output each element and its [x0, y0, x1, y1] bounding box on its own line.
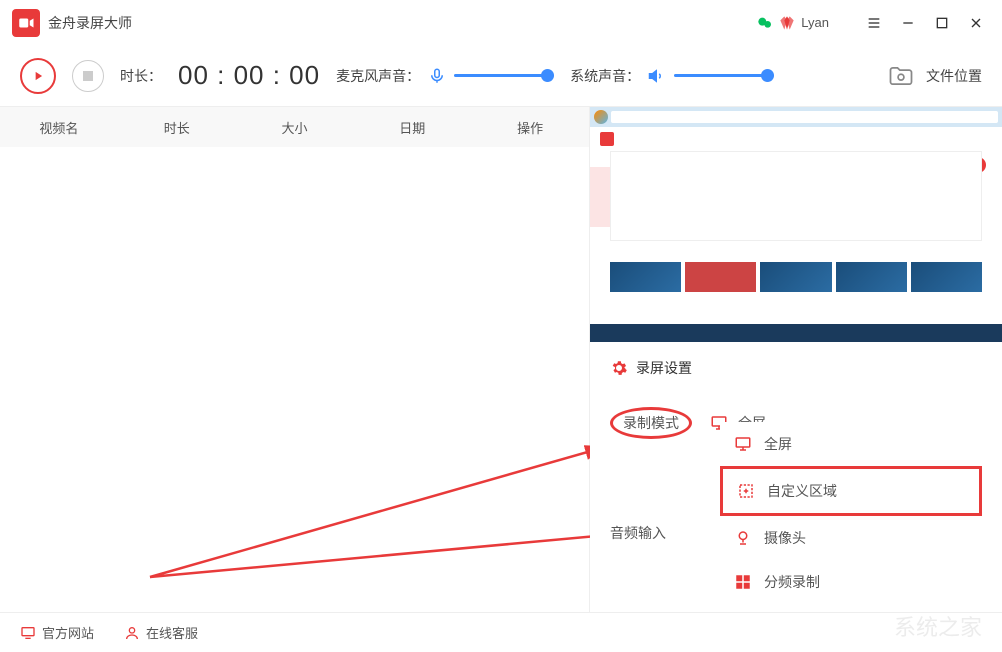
wechat-icon: [757, 15, 773, 31]
mic-label: 麦克风声音：: [336, 66, 420, 86]
monitor-icon: [734, 435, 752, 453]
file-location-label: 文件位置: [926, 66, 982, 86]
duration-label: 时长：: [120, 66, 162, 86]
minimize-button[interactable]: [894, 9, 922, 37]
dropdown-label: 分频录制: [764, 572, 820, 592]
app-logo: [12, 9, 40, 37]
dropdown-label: 全屏: [764, 434, 792, 454]
website-label: 官方网站: [42, 623, 94, 642]
recordings-list-pane: 视频名 时长 大小 日期 操作: [0, 107, 590, 612]
bottombar: 官方网站 在线客服: [0, 612, 1002, 652]
system-audio-slider[interactable]: [674, 74, 774, 77]
website-link[interactable]: 官方网站: [20, 623, 94, 642]
audio-input-label: 音频输入: [610, 523, 700, 543]
support-link[interactable]: 在线客服: [124, 623, 198, 642]
settings-panel: 录屏设置 录制模式 全屏 全屏 自定义区域: [590, 342, 1002, 612]
system-audio-label: 系统声音：: [570, 66, 640, 86]
table-body: [0, 147, 589, 612]
dropdown-fullscreen[interactable]: 全屏: [720, 422, 982, 466]
table-header: 视频名 时长 大小 日期 操作: [0, 107, 589, 147]
mic-slider[interactable]: [454, 74, 554, 77]
folder-icon: [884, 62, 918, 90]
th-size[interactable]: 大小: [236, 107, 354, 147]
system-audio-control: 系统声音：: [570, 66, 774, 86]
close-button[interactable]: [962, 9, 990, 37]
mode-label: 录制模式: [610, 413, 700, 433]
dropdown-label: 自定义区域: [767, 481, 837, 501]
preview-settings-pane: 录屏设置 录制模式 全屏 全屏 自定义区域: [590, 107, 1002, 612]
mic-icon[interactable]: [428, 67, 446, 85]
dropdown-custom-area[interactable]: 自定义区域: [720, 466, 982, 516]
duration-value: 00 : 00 : 00: [178, 60, 320, 91]
file-location-button[interactable]: 文件位置: [884, 62, 982, 90]
camera-icon: [734, 529, 752, 547]
monitor-icon: [20, 625, 36, 641]
th-date[interactable]: 日期: [353, 107, 471, 147]
app-title: 金舟录屏大师: [48, 13, 132, 33]
speaker-icon[interactable]: [648, 67, 666, 85]
stop-button[interactable]: [72, 60, 104, 92]
support-label: 在线客服: [146, 623, 198, 642]
user-name[interactable]: Lyan: [801, 15, 829, 30]
crop-icon: [737, 482, 755, 500]
menu-button[interactable]: [860, 9, 888, 37]
vip-diamond-icon: [779, 15, 795, 31]
dropdown-split[interactable]: 分频录制: [720, 560, 982, 604]
content: 视频名 时长 大小 日期 操作: [0, 107, 1002, 612]
maximize-button[interactable]: [928, 9, 956, 37]
support-icon: [124, 625, 140, 641]
toolbar: 时长： 00 : 00 : 00 麦克风声音： 系统声音： 文件位置: [0, 45, 1002, 107]
grid-icon: [734, 573, 752, 591]
record-button[interactable]: [20, 58, 56, 94]
mic-control: 麦克风声音：: [336, 66, 554, 86]
th-duration[interactable]: 时长: [118, 107, 236, 147]
th-name[interactable]: 视频名: [0, 107, 118, 147]
gear-icon: [610, 359, 628, 377]
preview-area: [590, 107, 1002, 342]
th-action[interactable]: 操作: [471, 107, 589, 147]
mode-dropdown: 全屏 自定义区域 摄像头 分频录制: [720, 422, 982, 604]
titlebar: 金舟录屏大师 Lyan: [0, 0, 1002, 45]
dropdown-label: 摄像头: [764, 528, 806, 548]
settings-title: 录屏设置: [636, 358, 692, 378]
dropdown-camera[interactable]: 摄像头: [720, 516, 982, 560]
